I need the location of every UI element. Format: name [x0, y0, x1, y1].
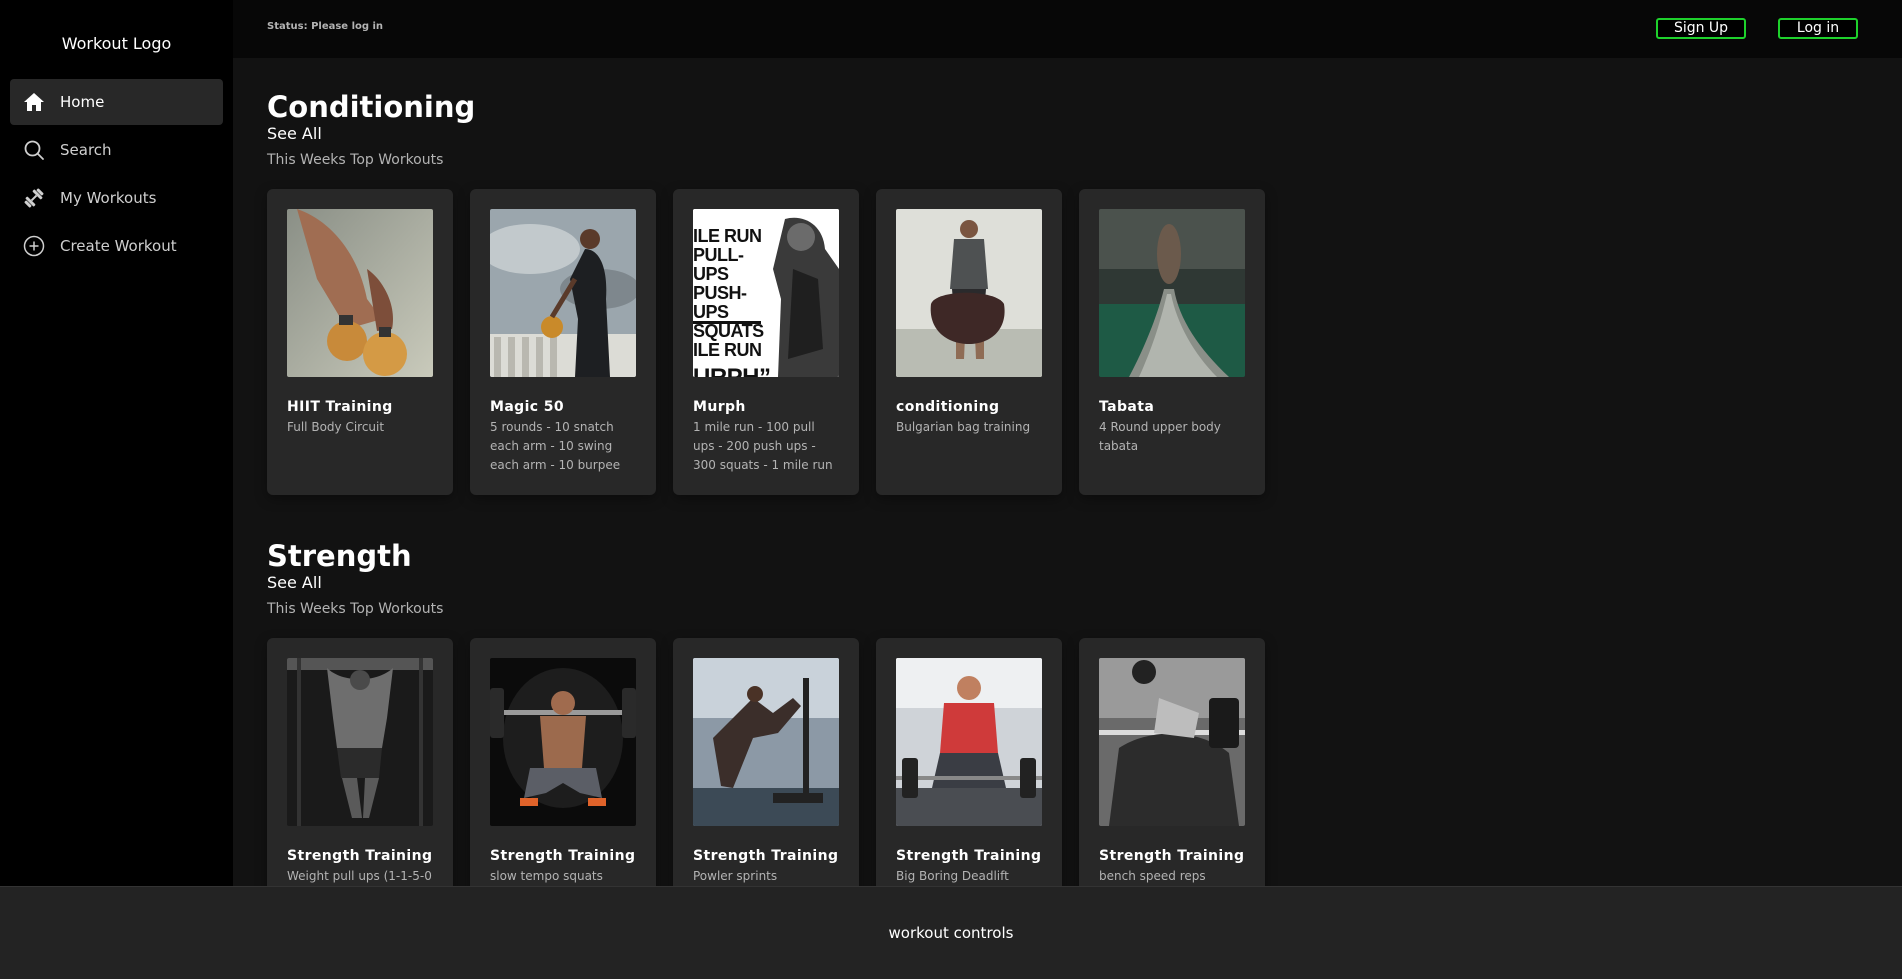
workout-card[interactable]: HIIT Training Full Body Circuit — [267, 189, 453, 495]
card-title: HIIT Training — [287, 399, 393, 415]
card-description: Weight pull ups (1-1-5-0 — [287, 869, 432, 883]
card-title: Murph — [693, 399, 746, 415]
workout-card[interactable]: conditioning Bulgarian bag training — [876, 189, 1062, 495]
card-row-strength: Strength Training Weight pull ups (1-1-5… — [267, 638, 1265, 886]
sidebar-item-label: Create Workout — [60, 237, 177, 255]
section-conditioning: Conditioning See All This Weeks Top Work… — [267, 90, 475, 168]
sidebar-item-my-workouts[interactable]: My Workouts — [10, 175, 223, 221]
card-title: Strength Training — [1099, 848, 1245, 864]
workout-thumbnail — [490, 209, 636, 377]
card-description: Full Body Circuit — [287, 420, 385, 434]
plus-circle-icon — [22, 234, 46, 258]
workout-card[interactable]: ILE RUN PULL-UPS PUSH-UPS SQUATS ILE RUN… — [673, 189, 859, 495]
sidebar: Workout Logo Home Search My Workouts Cre… — [0, 0, 233, 886]
workout-card[interactable]: Magic 50 5 rounds - 10 snatch each arm -… — [470, 189, 656, 495]
sidebar-item-home[interactable]: Home — [10, 79, 223, 125]
dumbbell-icon — [22, 186, 46, 210]
workout-thumbnail — [1099, 209, 1245, 377]
footer-label: workout controls — [888, 924, 1014, 942]
card-description: 5 rounds - 10 snatch each arm - 10 swing… — [490, 420, 621, 472]
workout-card[interactable]: Strength Training Weight pull ups (1-1-5… — [267, 638, 453, 886]
workout-card[interactable]: Strength Training Big Boring Deadlift — [876, 638, 1062, 886]
workout-thumbnail — [693, 658, 839, 826]
card-description: Powler sprints — [693, 869, 778, 883]
section-subtitle: This Weeks Top Workouts — [267, 601, 444, 617]
card-title: Strength Training — [693, 848, 839, 864]
workout-thumbnail — [896, 658, 1042, 826]
workout-thumbnail — [287, 658, 433, 826]
workout-thumbnail — [287, 209, 433, 377]
workout-thumbnail: ILE RUN PULL-UPS PUSH-UPS SQUATS ILE RUN… — [693, 209, 839, 377]
workout-thumbnail — [490, 658, 636, 826]
card-title: Strength Training — [287, 848, 433, 864]
sign-up-button[interactable]: Sign Up — [1656, 18, 1746, 39]
workout-card[interactable]: Strength Training slow tempo squats — [470, 638, 656, 886]
workout-thumbnail — [1099, 658, 1245, 826]
sidebar-nav: Home Search My Workouts Create Workout — [10, 79, 223, 271]
log-in-button[interactable]: Log in — [1778, 18, 1858, 39]
murph-image-text: ILE RUN PULL-UPS PUSH-UPS SQUATS ILE RUN… — [693, 226, 771, 378]
workout-card[interactable]: Strength Training bench speed reps — [1079, 638, 1265, 886]
see-all-link[interactable]: See All — [267, 573, 443, 593]
search-icon — [22, 138, 46, 162]
workout-card[interactable]: Tabata 4 Round upper body tabata — [1079, 189, 1265, 495]
card-title: Strength Training — [490, 848, 636, 864]
workout-controls-bar: workout controls — [0, 886, 1902, 979]
main-content: Status: Please log in Sign Up Log in Con… — [233, 0, 1902, 886]
login-status: Status: Please log in — [267, 21, 384, 32]
see-all-link[interactable]: See All — [267, 124, 475, 144]
card-title: Tabata — [1099, 399, 1155, 415]
card-description: bench speed reps — [1099, 869, 1206, 883]
sidebar-item-search[interactable]: Search — [10, 127, 223, 173]
workout-card[interactable]: Strength Training Powler sprints — [673, 638, 859, 886]
sidebar-item-create-workout[interactable]: Create Workout — [10, 223, 223, 269]
card-row-conditioning: HIIT Training Full Body Circuit Magic 50 — [267, 189, 1265, 495]
top-bar: Status: Please log in Sign Up Log in — [233, 0, 1902, 58]
card-title: Magic 50 — [490, 399, 565, 415]
card-description: 4 Round upper body tabata — [1099, 420, 1221, 453]
card-title: conditioning — [896, 399, 1000, 415]
sidebar-item-label: My Workouts — [60, 189, 157, 207]
workout-thumbnail — [896, 209, 1042, 377]
card-description: Big Boring Deadlift — [896, 869, 1009, 883]
section-title: Strength — [267, 539, 412, 573]
app-logo[interactable]: Workout Logo — [0, 34, 233, 53]
card-description: Bulgarian bag training — [896, 420, 1031, 434]
section-title: Conditioning — [267, 90, 476, 124]
card-description: slow tempo squats — [490, 869, 603, 883]
sidebar-item-label: Search — [60, 141, 112, 159]
card-description: 1 mile run - 100 pull ups - 200 push ups… — [693, 420, 833, 472]
section-strength: Strength See All This Weeks Top Workouts — [267, 539, 443, 617]
sidebar-item-label: Home — [60, 93, 105, 111]
home-icon — [22, 90, 46, 114]
card-title: Strength Training — [896, 848, 1042, 864]
section-subtitle: This Weeks Top Workouts — [267, 152, 444, 168]
